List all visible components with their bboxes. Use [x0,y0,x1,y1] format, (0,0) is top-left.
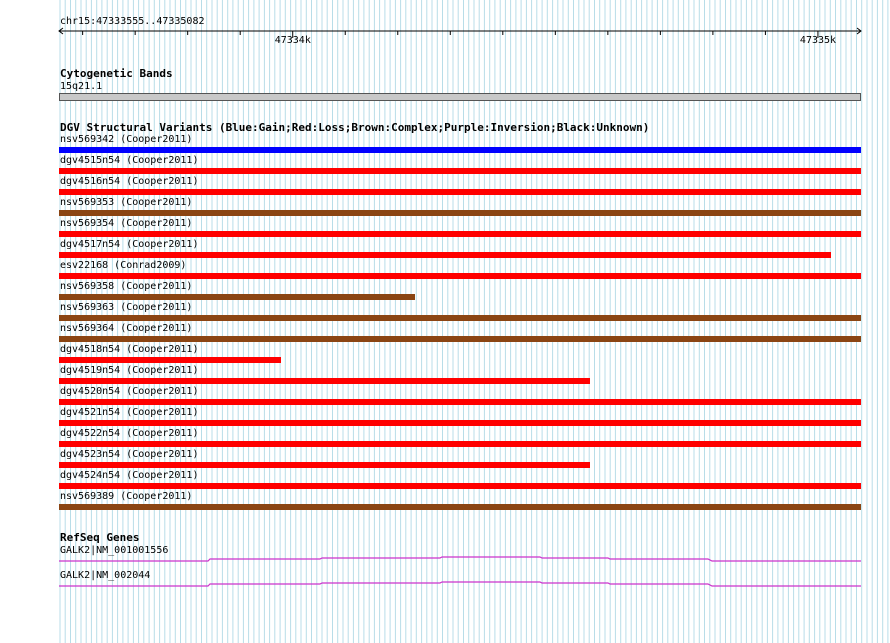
refseq-gene-models [59,556,861,587]
gene-model-line[interactable] [59,581,861,587]
gene-model-line[interactable] [59,556,861,562]
